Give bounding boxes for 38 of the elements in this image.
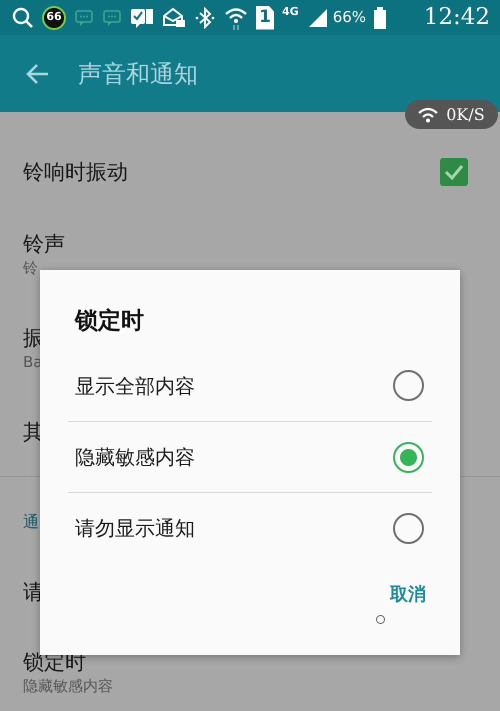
battery-level: 66% xyxy=(332,7,366,28)
checkbox[interactable] xyxy=(440,158,468,186)
signal-icon xyxy=(306,6,329,28)
cancel-button[interactable]: 取消 xyxy=(382,577,434,612)
section-header: 通 xyxy=(23,511,39,533)
search-icon xyxy=(12,6,34,28)
option-label: 隐藏敏感内容 xyxy=(74,444,195,471)
option-label: 显示全部内容 xyxy=(74,372,195,400)
setting-title: 铃声 xyxy=(23,232,65,256)
radio-button[interactable] xyxy=(393,442,424,472)
radio-option[interactable]: 请勿显示通知 xyxy=(68,492,432,563)
radio-option[interactable]: 显示全部内容 xyxy=(68,350,432,421)
radio-button[interactable] xyxy=(393,370,424,401)
dialog-title: 锁定时 xyxy=(73,307,145,336)
radio-option[interactable]: 隐藏敏感内容 xyxy=(68,421,432,492)
touch-indicator-icon xyxy=(376,615,385,624)
mail-icon xyxy=(162,6,186,28)
back-button[interactable] xyxy=(26,61,50,86)
chat-icon xyxy=(74,8,94,28)
back-arrow-icon xyxy=(26,62,50,86)
bluetooth-icon xyxy=(194,6,216,28)
setting-summary: 隐藏敏感内容 xyxy=(23,676,113,697)
chat-icon xyxy=(102,8,122,28)
badge-icon: 66 xyxy=(42,6,66,30)
network-type: 4G xyxy=(282,4,299,20)
radio-button[interactable] xyxy=(393,512,424,544)
setting-title: 铃响时振动 xyxy=(23,160,128,184)
setting-summary: 铃 xyxy=(23,258,38,279)
sim-card-icon: 1 xyxy=(256,6,274,30)
checklist-icon xyxy=(130,6,154,28)
battery-icon xyxy=(374,6,386,28)
checkmark-icon xyxy=(444,164,464,180)
screen-title: 声音和通知 xyxy=(78,58,198,90)
wifi-icon xyxy=(224,6,248,30)
wifi-icon xyxy=(418,106,438,122)
network-speed: 0K/S xyxy=(446,104,485,126)
option-label: 请勿显示通知 xyxy=(74,515,195,542)
clock: 12:42 xyxy=(424,3,490,32)
